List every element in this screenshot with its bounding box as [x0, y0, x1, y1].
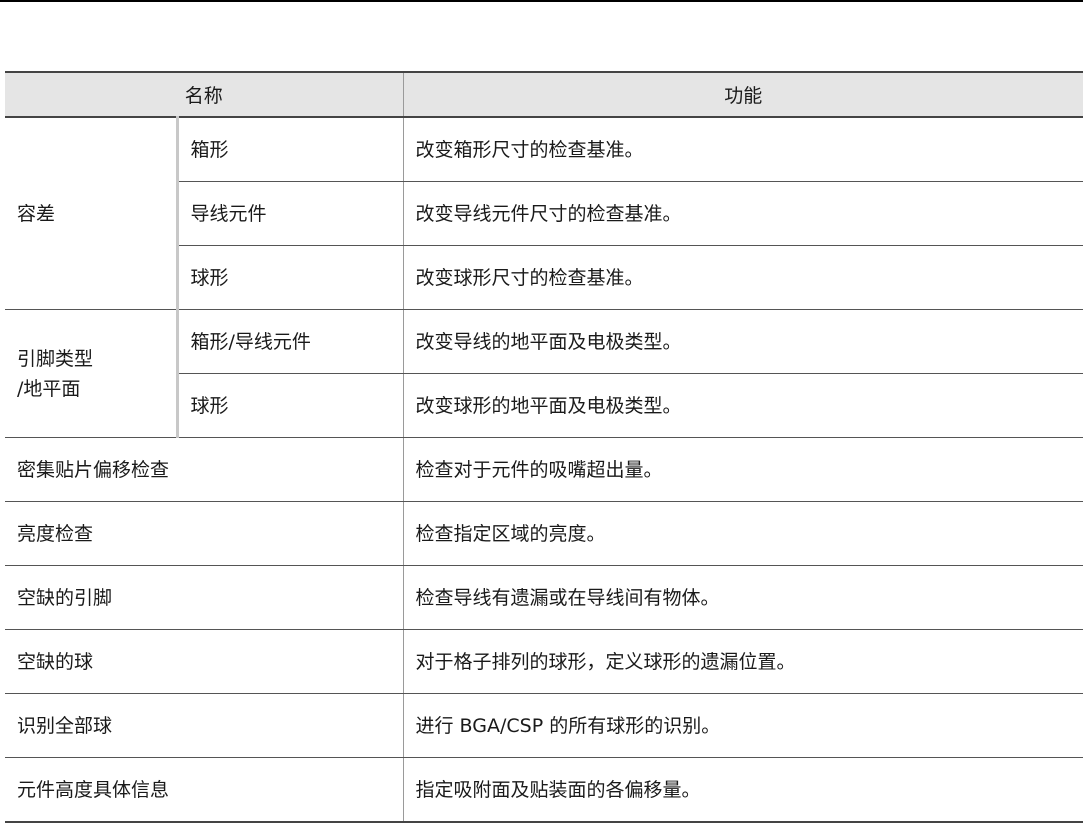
table-row: 空缺的球 对于格子排列的球形，定义球形的遗漏位置。 [5, 629, 1083, 694]
function-text: 指定吸附面及贴装面的各偏移量。 [403, 757, 1083, 823]
item-name: 空缺的球 [5, 629, 404, 694]
table-row: 识别全部球 进行 BGA/CSP 的所有球形的识别。 [5, 693, 1083, 758]
group-name-lead-type: 引脚类型 /地平面 [5, 309, 179, 438]
table-row: 引脚类型 /地平面 箱形/导线元件 改变导线的地平面及电极类型。 [5, 309, 1083, 438]
function-text: 检查对于元件的吸嘴超出量。 [403, 437, 1083, 502]
item-name: 元件高度具体信息 [5, 757, 404, 823]
group-name-line: 引脚类型 [17, 347, 94, 370]
sub-name: 球形 [177, 373, 404, 438]
sub-name: 球形 [177, 245, 404, 310]
table-row: 空缺的引脚 检查导线有遗漏或在导线间有物体。 [5, 565, 1083, 630]
function-text: 对于格子排列的球形，定义球形的遗漏位置。 [403, 629, 1083, 694]
sub-name: 导线元件 [177, 181, 404, 246]
table-row: 密集贴片偏移检查 检查对于元件的吸嘴超出量。 [5, 437, 1083, 502]
function-text: 改变球形的地平面及电极类型。 [403, 373, 1083, 438]
function-text: 检查导线有遗漏或在导线间有物体。 [403, 565, 1083, 630]
function-text: 改变球形尺寸的检查基准。 [403, 245, 1083, 310]
sub-name: 箱形/导线元件 [177, 309, 404, 374]
table-row: 元件高度具体信息 指定吸附面及贴装面的各偏移量。 [5, 757, 1083, 823]
function-text: 改变导线的地平面及电极类型。 [403, 309, 1083, 374]
table-row: 容差 箱形 改变箱形尺寸的检查基准。 [5, 116, 1083, 310]
function-text: 检查指定区域的亮度。 [403, 501, 1083, 566]
group-name-line: /地平面 [17, 377, 81, 400]
item-name: 密集贴片偏移检查 [5, 437, 404, 502]
group-name-tolerance: 容差 [5, 116, 179, 310]
function-text: 进行 BGA/CSP 的所有球形的识别。 [403, 693, 1083, 758]
header-row: 名称 功能 [5, 71, 1083, 118]
sub-name: 箱形 [177, 116, 404, 182]
item-name: 亮度检查 [5, 501, 404, 566]
item-name: 识别全部球 [5, 693, 404, 758]
table-row: 亮度检查 检查指定区域的亮度。 [5, 501, 1083, 566]
function-text: 改变导线元件尺寸的检查基准。 [403, 181, 1083, 246]
function-text: 改变箱形尺寸的检查基准。 [403, 116, 1083, 182]
top-rule [0, 0, 1083, 2]
function-table: 名称 功能 容差 箱形 改变箱形尺寸的检查基准。 导线元件 改变导线元件尺寸的检… [5, 71, 1083, 823]
header-name: 名称 [5, 71, 404, 118]
item-name: 空缺的引脚 [5, 565, 404, 630]
header-function: 功能 [403, 71, 1083, 118]
